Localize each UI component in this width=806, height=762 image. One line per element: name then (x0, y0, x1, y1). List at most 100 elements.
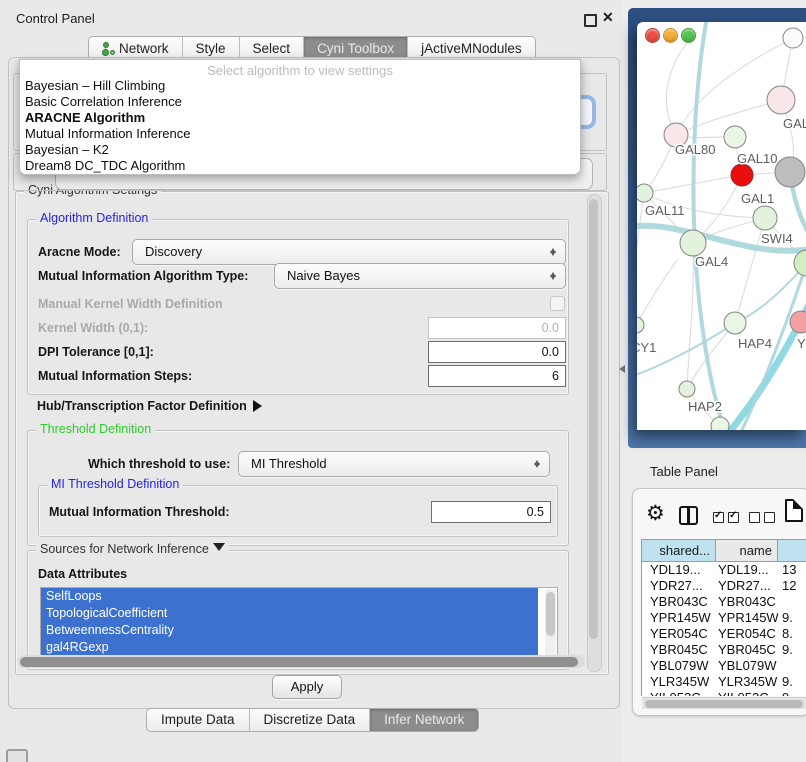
network-node[interactable] (753, 206, 777, 230)
tab-label: Network (119, 41, 169, 56)
close-traffic-light[interactable] (645, 28, 660, 43)
gear-icon[interactable]: ⚙ (646, 503, 665, 524)
network-canvas[interactable]: GALGAL80GAL10GAL11GAL1SWI4GAL4GCY1HAP4YH… (637, 22, 806, 430)
new-document-icon[interactable] (785, 499, 803, 522)
table-row[interactable]: YLR345WYLR345W9. (642, 674, 806, 690)
table-row[interactable]: YBR043CYBR043C (642, 594, 806, 610)
manual-kernel-checkbox[interactable] (550, 296, 565, 311)
zoom-traffic-light[interactable] (681, 28, 696, 43)
dropdown-item-bayesian-hill-climbing[interactable]: Bayesian – Hill Climbing (20, 78, 580, 94)
network-window[interactable]: GALGAL80GAL10GAL11GAL1SWI4GAL4GCY1HAP4YH… (637, 22, 806, 430)
column-header-shared[interactable]: shared... (642, 540, 716, 561)
network-node[interactable] (775, 157, 805, 187)
aracne-mode-combo[interactable]: Discovery (132, 239, 566, 265)
sources-title-text: Sources for Network Inference (40, 542, 209, 556)
kernel-width-field[interactable]: 0.0 (428, 317, 566, 339)
network-node[interactable] (731, 164, 753, 186)
node-label-gal: GAL (783, 116, 806, 131)
table-row[interactable]: YBL079WYBL079W (642, 658, 806, 674)
node-label-y: Y (797, 336, 806, 351)
table-cell: YBR043C (716, 594, 778, 610)
network-node[interactable] (711, 417, 729, 430)
table-cell: 13 (778, 562, 806, 578)
mi-steps-field[interactable]: 6 (428, 365, 566, 387)
split-columns-icon[interactable] (679, 506, 698, 525)
table-row[interactable]: YDL19...YDL19...13 (642, 562, 806, 578)
attribute-item-betweennesscentrality[interactable]: BetweennessCentrality (41, 622, 538, 639)
tab-label: Style (196, 41, 226, 56)
attribute-item-selfloops[interactable]: SelfLoops (41, 588, 538, 605)
dropdown-item-bayesian-k2[interactable]: Bayesian – K2 (20, 142, 580, 158)
screen: Control Panel ✕ NetworkStyleSelectCyni T… (0, 0, 806, 762)
minimize-traffic-light[interactable] (663, 28, 678, 43)
list-scrollbar[interactable] (545, 589, 556, 659)
table-row[interactable]: YDR27...YDR27...12 (642, 578, 806, 594)
table-cell (778, 594, 806, 610)
network-node[interactable] (767, 86, 795, 114)
hub-definition-toggle[interactable]: Hub/Transcription Factor Definition (37, 399, 268, 413)
table-row[interactable]: YER054CYER054C8. (642, 626, 806, 642)
node-label-gal4: GAL4 (695, 254, 728, 269)
column-header-name[interactable]: name (716, 540, 778, 561)
network-node[interactable] (679, 381, 695, 397)
dropdown-item-mutual-information-inference[interactable]: Mutual Information Inference (20, 126, 580, 142)
bottom-tab-infer-network[interactable]: Infer Network (370, 709, 478, 731)
splitter-collapse-icon[interactable] (615, 365, 625, 373)
bottom-tab-discretize-data[interactable]: Discretize Data (250, 709, 371, 731)
apply-button[interactable]: Apply (272, 675, 342, 699)
deselect-checkboxes-icon[interactable] (749, 512, 775, 523)
sources-group: Sources for Network Inference Data Attri… (27, 550, 569, 670)
mi-threshold-field[interactable]: 0.5 (431, 501, 551, 523)
settings-horizontal-scrollbar[interactable] (17, 655, 585, 668)
table-row[interactable]: YPR145WYPR145W9. (642, 610, 806, 626)
data-attributes-list[interactable]: SelfLoopsTopologicalCoefficientBetweenne… (40, 587, 558, 661)
node-label-gal10: GAL10 (737, 151, 777, 166)
table-horizontal-scrollbar[interactable] (642, 697, 806, 709)
settings-vertical-scrollbar[interactable] (587, 194, 602, 672)
aracne-mode-value: Discovery (145, 244, 202, 259)
network-node[interactable] (794, 250, 806, 276)
node-label-hap4: HAP4 (738, 336, 772, 351)
mi-type-label: Mutual Information Algorithm Type: (38, 269, 248, 283)
float-window-icon[interactable] (584, 14, 597, 27)
dpi-tolerance-field[interactable]: 0.0 (428, 341, 566, 363)
data-attributes-label: Data Attributes (38, 567, 127, 581)
close-icon[interactable]: ✕ (602, 9, 614, 26)
attribute-table[interactable]: shared...name YDL19...YDL19...13YDR27...… (641, 539, 806, 696)
network-node[interactable] (783, 28, 803, 48)
network-node[interactable] (680, 230, 706, 256)
network-node[interactable] (724, 312, 746, 334)
table-row[interactable]: YIL052CYIL052C9. (642, 690, 806, 696)
stepper-arrows-icon (549, 243, 558, 261)
table-cell: YBR043C (642, 594, 716, 610)
network-node[interactable] (637, 184, 653, 202)
dropdown-item-basic-correlation-inference[interactable]: Basic Correlation Inference (20, 94, 580, 110)
threshold-definition-title: Threshold Definition (36, 422, 155, 436)
node-label-gal1: GAL1 (741, 191, 774, 206)
sources-group-title[interactable]: Sources for Network Inference (36, 542, 229, 557)
control-panel-body: Select algorithm to view settings Bayesi… (8, 57, 620, 709)
table-panel: ⚙ shared...name YDL19...YDL19...13YDR27.… (632, 488, 806, 716)
algorithm-definition-group: Algorithm Definition Aracne Mode: Discov… (27, 219, 569, 395)
dropdown-item-dream8-dc-tdc-algorithm[interactable]: Dream8 DC_TDC Algorithm (20, 158, 580, 174)
which-threshold-combo[interactable]: MI Threshold (238, 451, 550, 477)
bottom-tab-impute-data[interactable]: Impute Data (147, 709, 250, 731)
minimized-panel-icon[interactable] (6, 749, 28, 762)
attribute-item-topologicalcoefficient[interactable]: TopologicalCoefficient (41, 605, 538, 622)
network-node[interactable] (724, 126, 746, 148)
attribute-item-gal4rgexp[interactable]: gal4RGexp (41, 639, 538, 656)
dropdown-item-aracne-algorithm[interactable]: ARACNE Algorithm (20, 110, 580, 126)
select-checkboxes-icon[interactable] (713, 512, 739, 523)
mi-threshold-definition-group: MI Threshold Definition Mutual Informati… (38, 485, 558, 537)
table-cell: YDL19... (642, 562, 716, 578)
network-node[interactable] (637, 317, 644, 333)
collapsed-arrow-icon (253, 400, 268, 412)
mi-type-combo[interactable]: Naive Bayes (274, 263, 566, 289)
hub-definition-label: Hub/Transcription Factor Definition (37, 399, 247, 413)
table-cell: 9. (778, 674, 806, 690)
table-row[interactable]: YBR045CYBR045C9. (642, 642, 806, 658)
table-cell: YPR145W (642, 610, 716, 626)
column-header-clipped[interactable] (778, 540, 806, 561)
panel-title: Control Panel (16, 11, 95, 26)
aracne-mode-label: Aracne Mode: (38, 245, 121, 259)
